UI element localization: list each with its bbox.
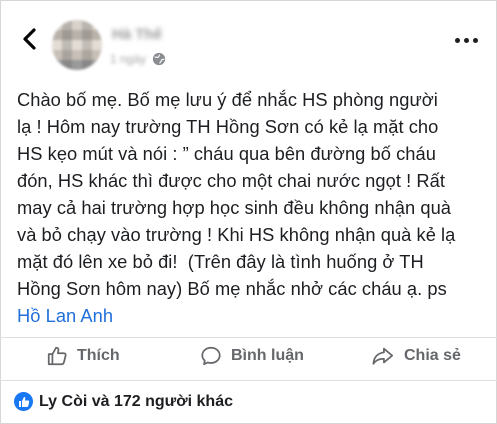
reaction-count-text: Ly Còi và 172 người khác: [39, 392, 233, 410]
divider: [0, 380, 497, 381]
more-dots-icon: [454, 37, 460, 43]
post-header: Hà Thế 1 ngày: [0, 0, 497, 80]
post-body: Chào bố mẹ. Bố mẹ lưu ý để nhắc HS phòng…: [17, 89, 456, 299]
chevron-left-icon: [23, 28, 36, 50]
like-button[interactable]: Thích: [46, 342, 120, 370]
like-reaction-icon: [14, 392, 33, 411]
more-options-button[interactable]: [448, 26, 484, 54]
comment-label: Bình luận: [231, 347, 304, 364]
post-text: Chào bố mẹ. Bố mẹ lưu ý để nhắc HS phòng…: [17, 86, 487, 329]
share-button[interactable]: Chia sẻ: [371, 342, 461, 370]
author-name[interactable]: Hà Thế: [112, 26, 162, 43]
globe-icon: [152, 52, 166, 66]
mention-link[interactable]: Hồ Lan Anh: [17, 305, 113, 326]
action-bar: Thích Bình luận Chia sẻ: [0, 338, 497, 374]
back-button[interactable]: [14, 22, 44, 56]
comment-bubble-icon: [201, 346, 221, 366]
share-label: Chia sẻ: [404, 347, 461, 364]
post-meta: 1 ngày: [110, 52, 166, 66]
post-time[interactable]: 1 ngày: [110, 52, 146, 66]
avatar[interactable]: [52, 20, 102, 70]
like-label: Thích: [77, 347, 120, 364]
comment-button[interactable]: Bình luận: [200, 342, 304, 370]
thumbs-up-icon: [47, 346, 67, 366]
share-arrow-icon: [372, 347, 394, 365]
reaction-summary[interactable]: Ly Còi và 172 người khác: [14, 392, 233, 411]
